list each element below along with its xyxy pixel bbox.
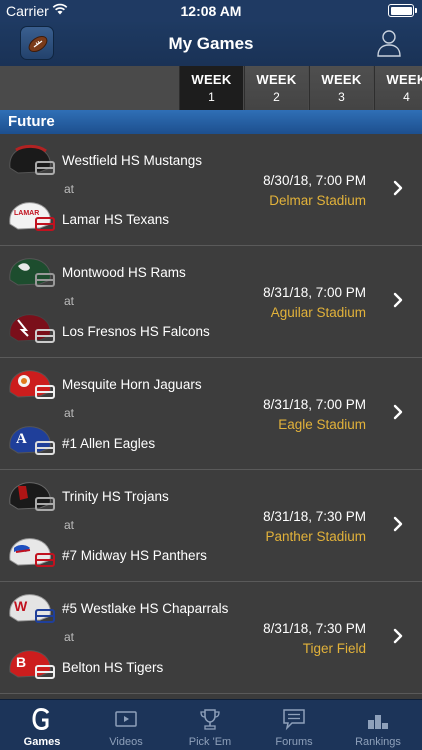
profile-icon[interactable] bbox=[376, 28, 402, 58]
team-helmet-icon: B bbox=[9, 650, 55, 679]
home-team-name: Westfield HS Mustangs bbox=[62, 153, 203, 168]
games-g-icon bbox=[32, 707, 50, 731]
chevron-right-icon[interactable] bbox=[393, 516, 403, 532]
team-helmet-icon bbox=[9, 258, 55, 287]
venue-name: Aguilar Stadium bbox=[270, 305, 366, 320]
at-label: at bbox=[64, 406, 75, 420]
game-list: Westfield HS Mustangs at LAMAR Lamar HS … bbox=[0, 134, 422, 694]
game-row[interactable]: Westfield HS Mustangs at LAMAR Lamar HS … bbox=[0, 134, 422, 246]
team-helmet-icon bbox=[9, 538, 55, 567]
game-date: 8/31/18, 7:30 PM bbox=[263, 509, 366, 524]
away-team-name: Lamar HS Texans bbox=[62, 212, 170, 227]
away-team-name: Belton HS Tigers bbox=[62, 660, 164, 675]
tab-videos[interactable]: Videos bbox=[84, 700, 168, 750]
video-icon bbox=[115, 711, 137, 727]
week-label: WEEK bbox=[321, 72, 362, 87]
game-row[interactable]: Montwood HS Rams at Los Fresnos HS Falco… bbox=[0, 246, 422, 358]
chevron-right-icon[interactable] bbox=[393, 292, 403, 308]
team-helmet-icon: W bbox=[9, 594, 55, 623]
away-team-name: Los Fresnos HS Falcons bbox=[62, 324, 210, 339]
week-number: 1 bbox=[208, 90, 215, 104]
week-label: WEEK bbox=[386, 72, 422, 87]
tab-games[interactable]: Games bbox=[0, 700, 84, 750]
week-label: WEEK bbox=[191, 72, 232, 87]
team-helmet-icon bbox=[9, 370, 55, 399]
chevron-right-icon[interactable] bbox=[393, 404, 403, 420]
team-helmet-icon bbox=[9, 314, 55, 343]
week-tab-2[interactable]: WEEK 2 bbox=[244, 66, 308, 110]
team-helmet-icon: A bbox=[9, 426, 55, 455]
tab-bar: Games Videos Pick 'Em Forums Rankings bbox=[0, 699, 422, 750]
venue-name: Panther Stadium bbox=[265, 529, 366, 544]
rankings-icon bbox=[368, 715, 388, 729]
game-row[interactable]: W #5 Westlake HS Chaparrals at B Belton … bbox=[0, 582, 422, 694]
battery-tip bbox=[415, 8, 417, 13]
week-number: 4 bbox=[403, 90, 410, 104]
game-row[interactable]: Trinity HS Trojans at #7 Midway HS Panth… bbox=[0, 470, 422, 582]
svg-text:A: A bbox=[16, 431, 27, 447]
at-label: at bbox=[64, 630, 75, 644]
team-helmet-icon bbox=[9, 482, 55, 511]
venue-name: Delmar Stadium bbox=[269, 193, 366, 208]
game-row[interactable]: Mesquite Horn Jaguars at A #1 Allen Eagl… bbox=[0, 358, 422, 470]
section-header-future: Future bbox=[0, 110, 422, 134]
venue-name: Eagle Stadium bbox=[278, 417, 366, 432]
venue-name: Tiger Field bbox=[302, 641, 366, 656]
away-team-name: #7 Midway HS Panthers bbox=[62, 548, 207, 563]
trophy-icon bbox=[200, 709, 220, 730]
nav-bar: My Games bbox=[0, 22, 422, 66]
week-tab-4[interactable]: WEEK 4 bbox=[374, 66, 422, 110]
tab-label: Pick 'Em bbox=[188, 736, 232, 748]
tab-pick-em[interactable]: Pick 'Em bbox=[168, 700, 252, 750]
tab-label: Forums bbox=[275, 736, 313, 748]
game-date: 8/31/18, 7:30 PM bbox=[263, 621, 366, 636]
game-date: 8/31/18, 7:00 PM bbox=[263, 397, 366, 412]
team-helmet-icon bbox=[9, 144, 55, 175]
svg-text:W: W bbox=[14, 598, 28, 614]
home-team-name: #5 Westlake HS Chaparrals bbox=[62, 601, 229, 616]
week-label: WEEK bbox=[256, 72, 297, 87]
at-label: at bbox=[64, 294, 75, 308]
tab-label: Rankings bbox=[355, 736, 401, 748]
tab-label: Games bbox=[23, 736, 61, 748]
week-selector: WEEK 1 WEEK 2 WEEK 3 WEEK 4 bbox=[0, 66, 422, 110]
week-number: 2 bbox=[273, 90, 280, 104]
tab-rankings[interactable]: Rankings bbox=[336, 700, 420, 750]
game-date: 8/30/18, 7:00 PM bbox=[263, 173, 366, 188]
home-team-name: Trinity HS Trojans bbox=[62, 489, 169, 504]
week-number: 3 bbox=[338, 90, 345, 104]
week-tab-1[interactable]: WEEK 1 bbox=[179, 66, 243, 110]
chevron-right-icon[interactable] bbox=[393, 628, 403, 644]
page-title: My Games bbox=[168, 34, 254, 53]
at-label: at bbox=[64, 518, 75, 532]
status-bar: Carrier 12:08 AM bbox=[0, 0, 422, 22]
at-label: at bbox=[64, 182, 75, 196]
game-date: 8/31/18, 7:00 PM bbox=[263, 285, 366, 300]
away-team-name: #1 Allen Eagles bbox=[62, 436, 156, 451]
battery-icon bbox=[388, 4, 414, 17]
week-tab-3[interactable]: WEEK 3 bbox=[309, 66, 373, 110]
home-team-name: Montwood HS Rams bbox=[62, 265, 186, 280]
tab-label: Videos bbox=[109, 736, 143, 748]
team-helmet-icon: LAMAR bbox=[9, 202, 55, 231]
home-team-name: Mesquite Horn Jaguars bbox=[62, 377, 202, 392]
svg-text:B: B bbox=[16, 654, 26, 670]
chevron-right-icon[interactable] bbox=[393, 180, 403, 196]
tab-forums[interactable]: Forums bbox=[252, 700, 336, 750]
svg-text:LAMAR: LAMAR bbox=[14, 210, 39, 217]
forums-icon bbox=[283, 709, 305, 731]
clock: 12:08 AM bbox=[180, 3, 242, 19]
